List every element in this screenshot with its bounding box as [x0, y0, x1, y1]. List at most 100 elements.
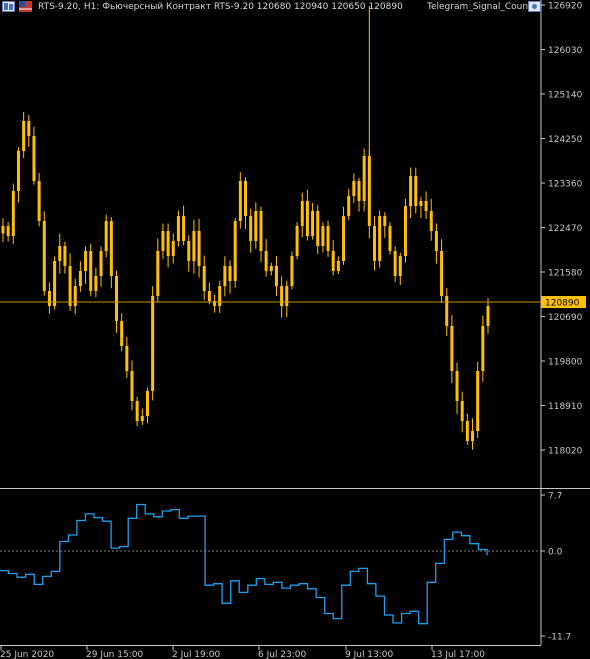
candle-body [166, 231, 170, 256]
price-tick-label: 118020 [548, 447, 583, 457]
candle-body [73, 286, 77, 306]
indicator-tick-label: 7.7 [548, 492, 562, 502]
candle-body [207, 291, 211, 301]
candle-body [331, 251, 335, 271]
candle-body [274, 266, 278, 286]
candle-body [440, 251, 444, 296]
candle-body [192, 231, 196, 261]
time-tick-label: 6 Jul 23:00 [258, 650, 307, 659]
candle-body [47, 291, 51, 306]
price-tick-label: 124250 [548, 135, 583, 145]
candle-body [450, 326, 454, 371]
candle-body [471, 431, 475, 441]
candle-body [125, 346, 129, 371]
chart-window-icon[interactable] [2, 1, 15, 12]
price-tick-label: 119800 [548, 358, 583, 368]
candle-body [419, 201, 423, 206]
candle-body [78, 271, 82, 286]
candle-body [156, 251, 160, 296]
flag-icon [19, 1, 32, 12]
candle-body [321, 226, 325, 246]
price-panel[interactable]: 126920 126030 125140 124250 123360 122470 1215… [0, 0, 586, 488]
candle-body [1, 226, 5, 234]
candle-body [403, 206, 407, 256]
price-tick-label: 126030 [548, 46, 583, 56]
candle-body [115, 276, 119, 321]
candle-body [259, 211, 263, 251]
current-price-label: 120890 [545, 299, 580, 309]
candle-body [84, 251, 88, 271]
candle-body [383, 216, 387, 226]
time-tick-label: 29 Jun 15:00 [86, 650, 143, 659]
indicator-name: Telegram_Signal_Count [427, 2, 532, 12]
candle-body [476, 371, 480, 431]
candle-body [455, 371, 459, 401]
candle-body [357, 181, 361, 201]
candle-body [171, 241, 175, 256]
candle-body [352, 181, 356, 196]
candle-body [342, 216, 346, 261]
indicator-window-icon[interactable] [528, 1, 541, 12]
candle-body [94, 276, 98, 291]
candle-body [398, 256, 402, 276]
candle-body [347, 196, 351, 216]
price-tick-label: 125140 [548, 91, 583, 101]
candle-body [89, 251, 93, 291]
candle-body [290, 256, 294, 286]
indicator-axis-ticks: 7.7 0.0 -11.7 [541, 492, 571, 643]
candle-body [202, 266, 206, 291]
candle-body [305, 201, 309, 236]
candle-body [140, 416, 144, 421]
candle-body [434, 231, 438, 251]
candle-body [409, 176, 413, 206]
candle-body [285, 286, 289, 306]
candle-body [182, 216, 186, 241]
time-tick-label: 2 Jul 19:00 [172, 650, 221, 659]
price-tick-label: 123360 [548, 180, 583, 190]
candle-body [27, 121, 31, 136]
candle-body [197, 231, 201, 266]
chart-area[interactable]: 126920 126030 125140 124250 123360 122470 1215… [0, 0, 590, 659]
candle-body [68, 266, 72, 306]
candle-body [481, 326, 485, 371]
candle-body [11, 191, 15, 236]
candle-body [249, 216, 253, 241]
current-price-tag: 120890 [541, 296, 586, 309]
candle-body [378, 216, 382, 261]
candle-body [99, 251, 103, 276]
candle-body [460, 401, 464, 421]
price-tick-label: 118910 [548, 402, 583, 412]
indicator-tick-label: 0.0 [548, 548, 563, 558]
candle-body [233, 221, 237, 281]
candle-body [445, 296, 449, 326]
candle-body [269, 266, 273, 271]
candle-body [176, 216, 180, 241]
indicator-panel[interactable]: 7.7 0.0 -11.7 [0, 489, 571, 645]
candle-body [388, 226, 392, 251]
candle-body [300, 201, 304, 226]
indicator-line [0, 503, 488, 625]
candle-body [42, 221, 46, 291]
candle-body [336, 261, 340, 271]
candle-body [486, 306, 490, 326]
candle-body [326, 226, 330, 251]
price-axis-ticks: 126920 126030 125140 124250 123360 122470 1215… [541, 2, 583, 457]
candle-body [228, 266, 232, 281]
candle-body [393, 251, 397, 276]
price-tick-label: 121580 [548, 269, 583, 279]
candle-body [161, 231, 165, 251]
price-tick-label: 120690 [548, 313, 583, 323]
candle-body [372, 226, 376, 261]
candle-body [16, 151, 20, 191]
candle-body [22, 121, 26, 151]
indicator-tick-label: -11.7 [548, 633, 571, 643]
candle-body [130, 371, 134, 401]
candle-body [151, 296, 155, 391]
time-tick-label: 9 Jul 13:00 [345, 650, 394, 659]
candle-body [295, 226, 299, 256]
candle-body [316, 211, 320, 246]
time-tick-label: 13 Jul 17:00 [431, 650, 485, 659]
price-tick-label: 122470 [548, 224, 583, 234]
candle-body [424, 201, 428, 211]
candle-body [414, 176, 418, 206]
